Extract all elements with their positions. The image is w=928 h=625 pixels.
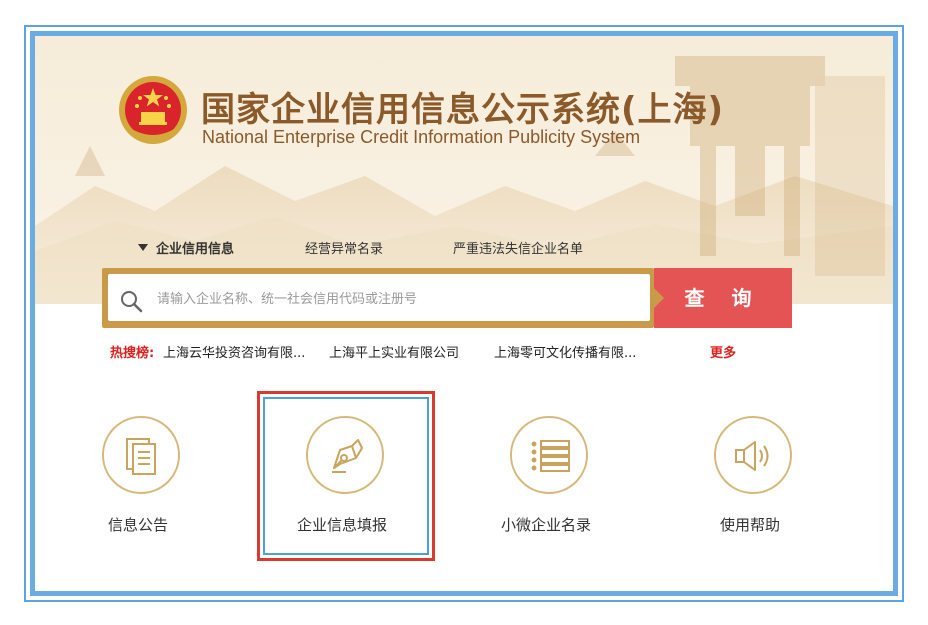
nav-tab-label: 企业信用信息 (156, 242, 235, 257)
hot-search-link[interactable]: 上海云华投资咨询有限... (163, 342, 305, 361)
search-button-notch (654, 288, 664, 308)
hot-search-label: 热搜榜: (110, 346, 155, 361)
speaker-icon (735, 441, 769, 471)
dropdown-triangle-icon (138, 244, 148, 251)
nav-tab-credit-info[interactable]: 企业信用信息 (138, 238, 234, 257)
search-input[interactable] (157, 287, 627, 311)
tile-label: 信息公告 (108, 516, 169, 534)
list-icon (531, 440, 570, 472)
nav-tab-abnormal-list[interactable]: 经营异常名录 (305, 238, 383, 257)
tile-label: 使用帮助 (720, 516, 781, 534)
site-subtitle: National Enterprise Credit Information P… (202, 127, 641, 147)
tile-icon-circle (102, 416, 180, 494)
tile-label: 小微企业名录 (501, 516, 592, 534)
search-icon (121, 291, 143, 313)
hot-search-more-link[interactable]: 更多 (710, 342, 736, 361)
tile-label: 企业信息填报 (297, 516, 388, 534)
site-title: 国家企业信用信息公示系统(上海) (201, 90, 725, 130)
hero-banner: 国家企业信用信息公示系统(上海) National Enterprise Cre… (35, 36, 893, 304)
page-container: 国家企业信用信息公示系统(上海) National Enterprise Cre… (30, 31, 898, 596)
nav-tab-blacklist[interactable]: 严重违法失信企业名单 (453, 238, 583, 257)
document-icon (126, 438, 156, 475)
tile-icon-circle (714, 416, 792, 494)
hot-search-link[interactable]: 上海零可文化传播有限... (494, 342, 636, 361)
tile-icon-circle (306, 416, 384, 494)
pen-nib-icon (332, 439, 363, 473)
search-button[interactable]: 查 询 (654, 268, 792, 328)
hot-search-link[interactable]: 上海平上实业有限公司 (329, 342, 459, 361)
national-emblem-icon (119, 76, 187, 144)
tile-icon-circle (510, 416, 588, 494)
